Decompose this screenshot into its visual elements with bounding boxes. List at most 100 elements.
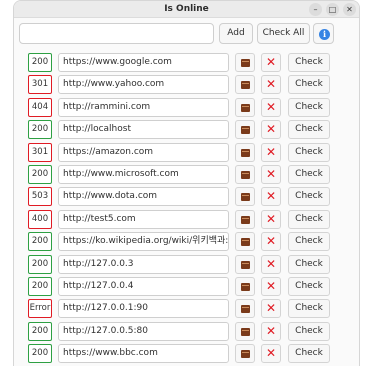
url-field[interactable]: http://127.0.0.5:80 <box>58 321 229 341</box>
url-field[interactable]: http://test5.com <box>58 209 229 229</box>
url-field[interactable]: http://localhost <box>58 120 229 140</box>
delete-button[interactable]: ✕ <box>261 97 281 117</box>
url-field[interactable]: http://127.0.0.4 <box>58 276 229 296</box>
minimize-button[interactable]: – <box>309 3 322 16</box>
close-icon: ✕ <box>265 323 277 338</box>
check-button[interactable]: Check <box>288 97 330 117</box>
open-url-button[interactable] <box>235 75 255 95</box>
book-icon <box>241 59 250 67</box>
check-button[interactable]: Check <box>288 209 330 229</box>
status-badge: 404 <box>28 97 52 117</box>
check-button[interactable]: Check <box>288 142 330 162</box>
url-row: 200 http://127.0.0.4 ✕ Check <box>14 276 359 299</box>
delete-button[interactable]: ✕ <box>261 299 281 319</box>
open-url-button[interactable] <box>235 97 255 117</box>
delete-button[interactable]: ✕ <box>261 75 281 95</box>
check-button[interactable]: Check <box>288 120 330 140</box>
url-input[interactable] <box>19 23 214 44</box>
close-icon: ✕ <box>265 166 277 181</box>
status-badge: 200 <box>28 120 52 140</box>
open-url-button[interactable] <box>235 142 255 162</box>
title-bar: Is Online – □ ✕ <box>14 1 359 18</box>
open-url-button[interactable] <box>235 344 255 364</box>
url-row: 200 https://www.google.com ✕ Check <box>14 53 359 75</box>
delete-button[interactable]: ✕ <box>261 164 281 184</box>
book-icon <box>241 282 250 291</box>
check-button[interactable]: Check <box>288 53 330 72</box>
book-icon <box>241 215 250 224</box>
close-icon: ✕ <box>265 301 277 316</box>
url-row: 200 http://127.0.0.5:80 ✕ Check <box>14 321 359 344</box>
url-row: Error http://127.0.0.1:90 ✕ Check <box>14 299 359 321</box>
check-button[interactable]: Check <box>288 321 330 341</box>
status-badge: Error <box>28 299 52 319</box>
check-all-button[interactable]: Check All <box>257 23 310 44</box>
delete-button[interactable]: ✕ <box>261 344 281 364</box>
toolbar: Add Check All i <box>14 23 359 45</box>
add-button[interactable]: Add <box>219 23 253 44</box>
close-window-button[interactable]: ✕ <box>343 3 356 16</box>
book-icon <box>241 81 250 90</box>
check-button[interactable]: Check <box>288 232 330 252</box>
check-button[interactable]: Check <box>288 187 330 207</box>
book-icon <box>241 193 250 202</box>
check-button[interactable]: Check <box>288 164 330 184</box>
book-icon <box>241 103 250 112</box>
open-url-button[interactable] <box>235 254 255 274</box>
delete-button[interactable]: ✕ <box>261 321 281 341</box>
delete-button[interactable]: ✕ <box>261 53 281 72</box>
close-icon: ✕ <box>265 55 277 69</box>
book-icon <box>241 260 250 269</box>
book-icon <box>241 170 250 179</box>
url-list: 200 https://www.google.com ✕ Check 301 h… <box>14 53 359 366</box>
url-field[interactable]: http://www.dota.com <box>58 187 229 207</box>
book-icon <box>241 238 250 247</box>
check-button[interactable]: Check <box>288 254 330 274</box>
open-url-button[interactable] <box>235 53 255 72</box>
delete-button[interactable]: ✕ <box>261 142 281 162</box>
check-button[interactable]: Check <box>288 344 330 364</box>
url-row: 404 http://rammini.com ✕ Check <box>14 97 359 120</box>
open-url-button[interactable] <box>235 120 255 140</box>
close-icon: ✕ <box>265 346 277 361</box>
url-field[interactable]: http://127.0.0.1:90 <box>58 299 229 319</box>
delete-button[interactable]: ✕ <box>261 209 281 229</box>
url-row: 400 http://test5.com ✕ Check <box>14 209 359 232</box>
window-title: Is Online <box>164 4 209 14</box>
url-field[interactable]: https://amazon.com <box>58 142 229 162</box>
url-field[interactable]: http://rammini.com <box>58 97 229 117</box>
url-row: 200 http://localhost ✕ Check <box>14 120 359 142</box>
check-button[interactable]: Check <box>288 276 330 296</box>
open-url-button[interactable] <box>235 321 255 341</box>
url-field[interactable]: http://www.yahoo.com <box>58 75 229 95</box>
open-url-button[interactable] <box>235 187 255 207</box>
maximize-button[interactable]: □ <box>326 3 339 16</box>
close-icon: ✕ <box>265 189 277 204</box>
delete-button[interactable]: ✕ <box>261 232 281 252</box>
status-badge: 200 <box>28 344 52 364</box>
open-url-button[interactable] <box>235 299 255 319</box>
book-icon <box>241 327 250 336</box>
status-badge: 503 <box>28 187 52 207</box>
open-url-button[interactable] <box>235 232 255 252</box>
delete-button[interactable]: ✕ <box>261 254 281 274</box>
book-icon <box>241 148 250 157</box>
url-field[interactable]: http://127.0.0.3 <box>58 254 229 274</box>
open-url-button[interactable] <box>235 209 255 229</box>
info-button[interactable]: i <box>313 23 334 44</box>
open-url-button[interactable] <box>235 164 255 184</box>
check-button[interactable]: Check <box>288 299 330 319</box>
delete-button[interactable]: ✕ <box>261 120 281 140</box>
url-field[interactable]: https://www.bbc.com <box>58 344 229 364</box>
check-button[interactable]: Check <box>288 75 330 95</box>
book-icon <box>241 305 250 314</box>
close-icon: ✕ <box>265 99 277 114</box>
url-field[interactable]: http://www.microsoft.com <box>58 164 229 184</box>
delete-button[interactable]: ✕ <box>261 276 281 296</box>
delete-button[interactable]: ✕ <box>261 187 281 207</box>
url-row: 503 http://www.dota.com ✕ Check <box>14 187 359 209</box>
status-badge: 200 <box>28 321 52 341</box>
url-field[interactable]: https://www.google.com <box>58 53 229 72</box>
open-url-button[interactable] <box>235 276 255 296</box>
url-field[interactable]: https://ko.wikipedia.org/wiki/위키백과:대문 <box>58 232 229 252</box>
